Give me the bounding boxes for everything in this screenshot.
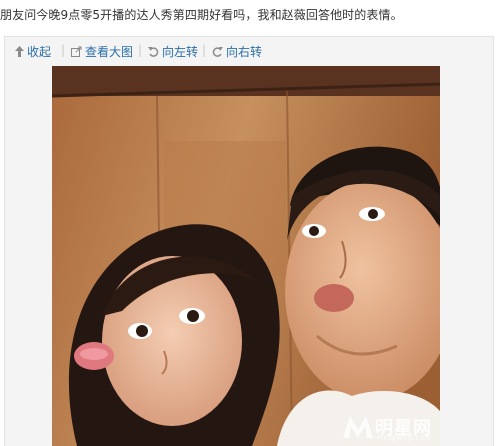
photo-illustration (52, 66, 440, 446)
rotate-left-label: 向左转 (162, 45, 199, 59)
watermark-url: mingxing.com (376, 434, 432, 442)
view-large-button[interactable]: 查看大图 (71, 43, 133, 60)
image-toolbar: 收起 | 查看大图 | 向左转 | 向右转 (4, 36, 494, 64)
rotate-right-label: 向右转 (226, 45, 263, 59)
magnify-icon (71, 46, 82, 57)
collapse-button[interactable]: 收起 (15, 43, 51, 60)
collapse-label: 收起 (27, 45, 52, 59)
rotate-right-button[interactable]: 向右转 (212, 43, 262, 60)
view-large-label: 查看大图 (85, 45, 134, 59)
rotate-left-button[interactable]: 向左转 (148, 43, 198, 60)
rotate-right-icon (212, 47, 223, 57)
watermark-logo-icon (343, 416, 373, 438)
toolbar-divider: | (61, 43, 66, 57)
toolbar-divider: | (202, 43, 207, 57)
toolbar-divider: | (138, 43, 143, 57)
selfie-photo[interactable]: 明星网 mingxing.com (52, 66, 440, 446)
arrow-up-icon (15, 46, 24, 57)
watermark: 明星网 mingxing.com (341, 414, 432, 442)
rotate-left-icon (148, 47, 159, 57)
post-text: 朋友问今晚9点零5开播的达人秀第四期好看吗，我和赵薇回答他时的表情。 (0, 8, 403, 22)
